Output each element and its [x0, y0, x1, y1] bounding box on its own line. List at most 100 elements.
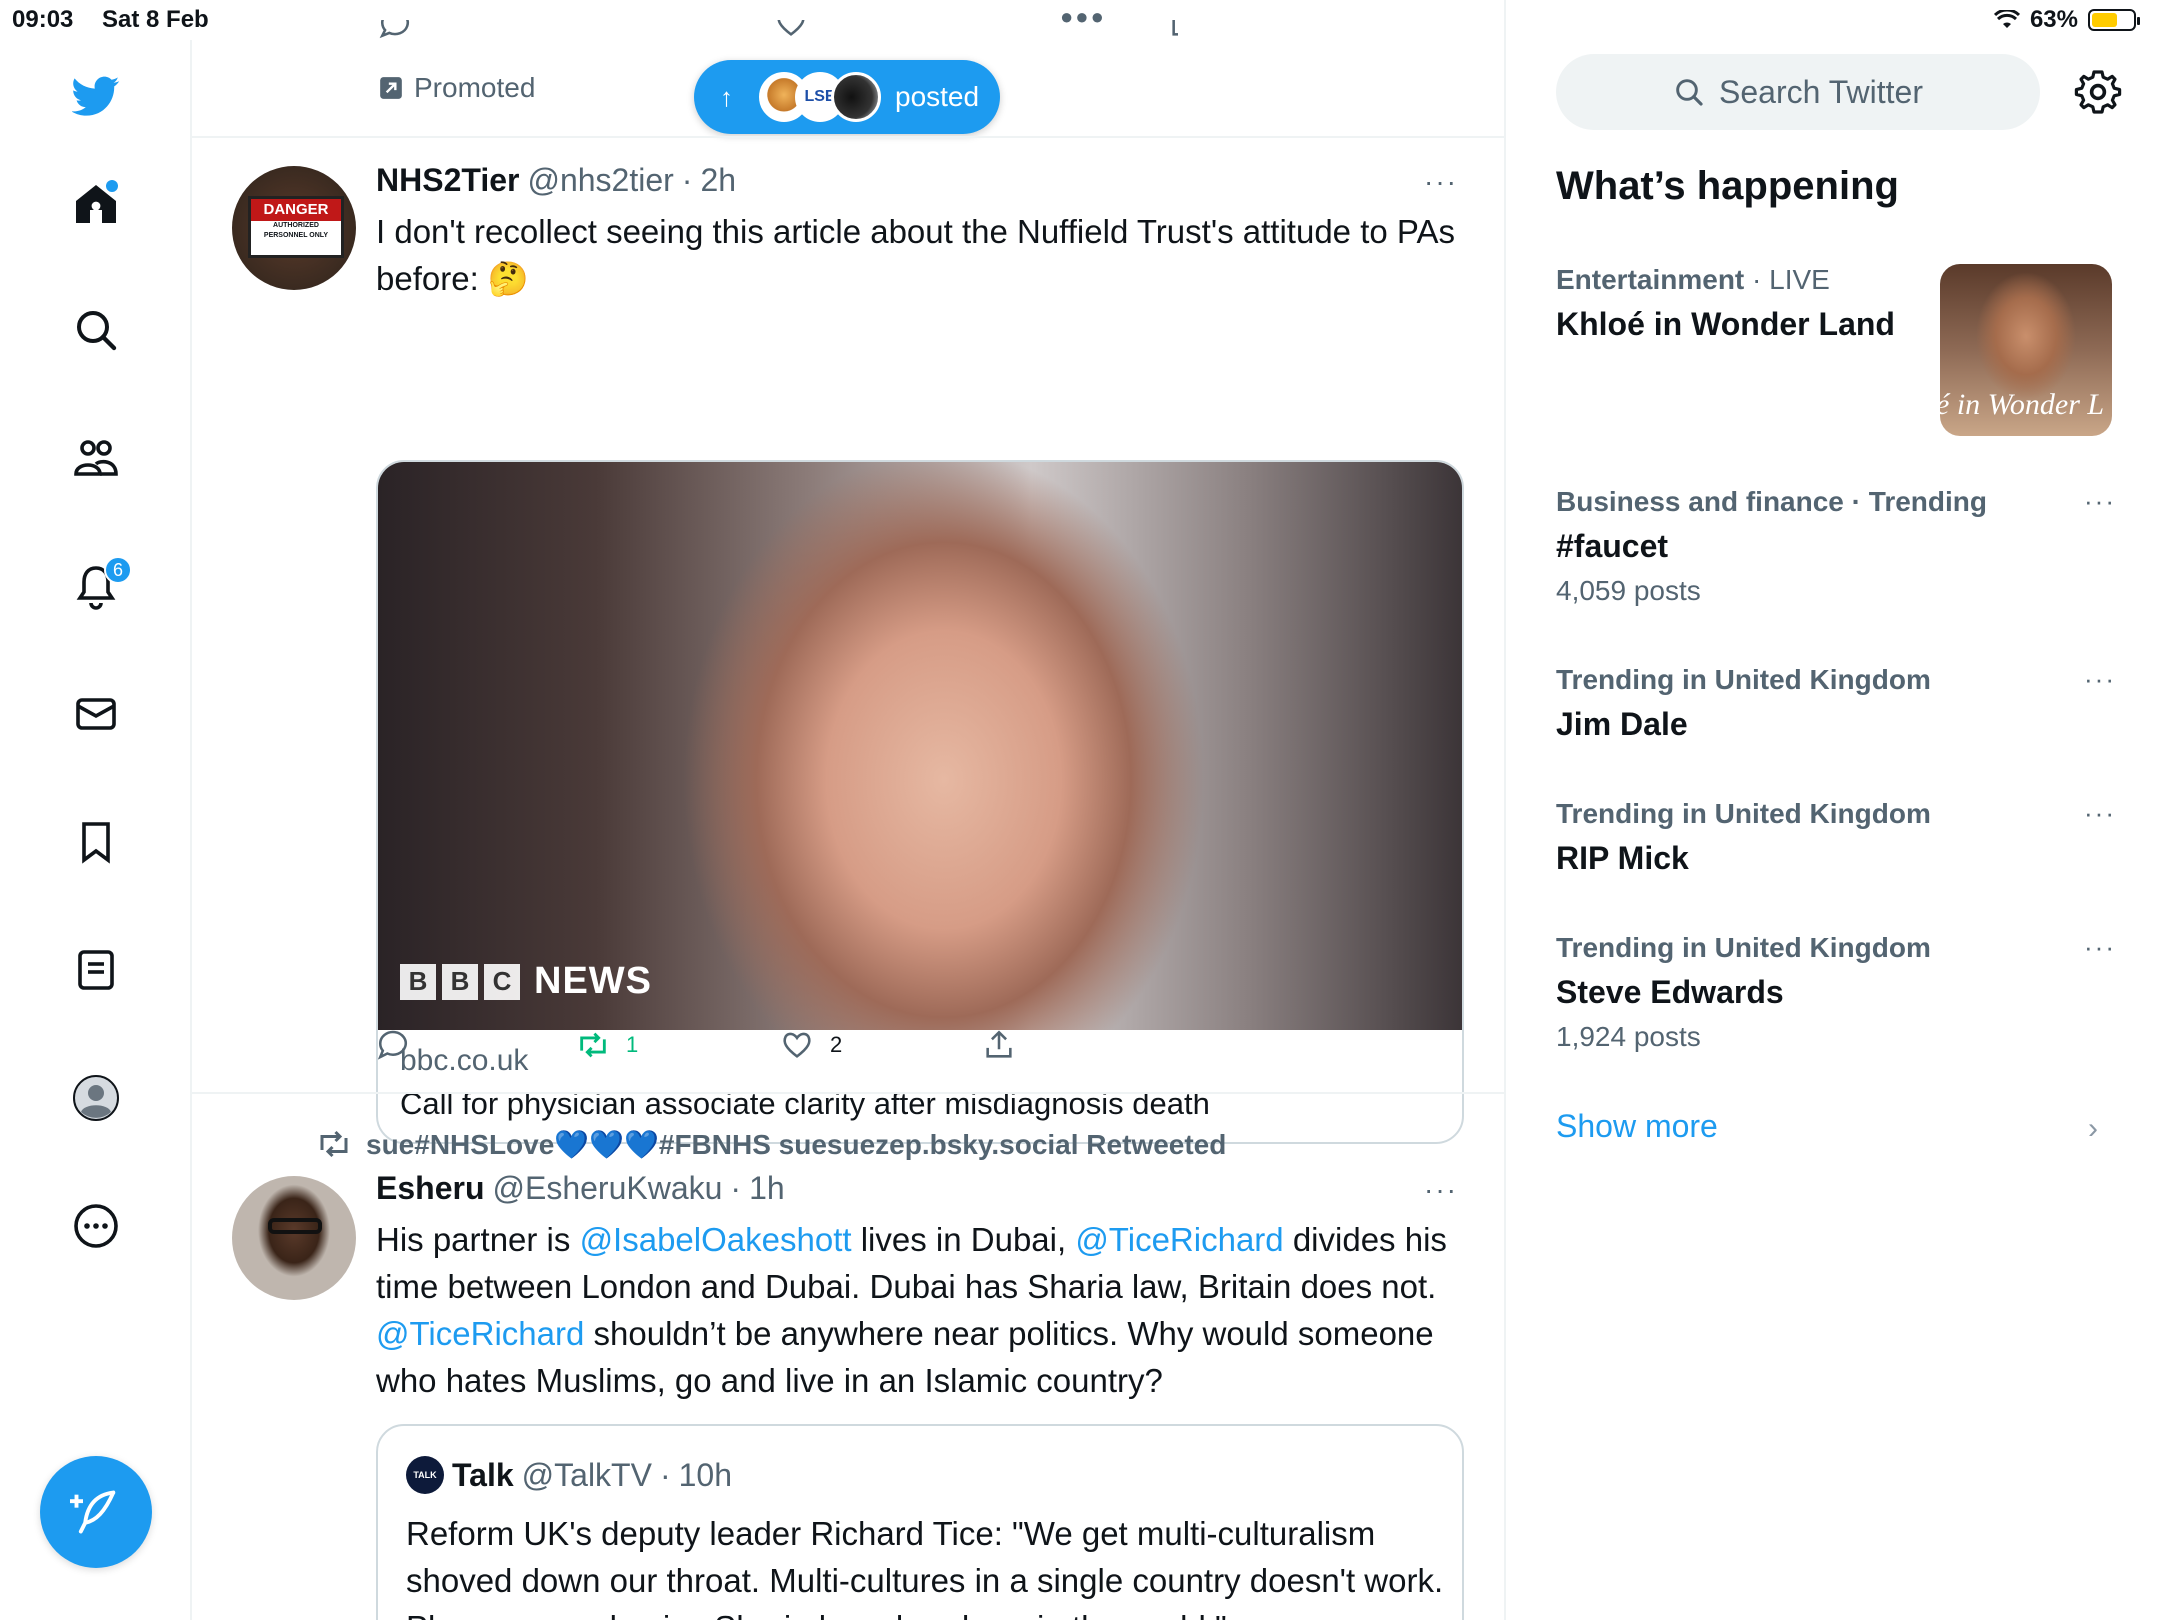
trend-name: #faucet — [1556, 528, 1669, 564]
retweeted-icon — [320, 1130, 348, 1158]
compose-feather-icon — [70, 1490, 116, 1534]
lists-icon[interactable] — [62, 936, 130, 1004]
explore-search-icon[interactable] — [62, 296, 130, 364]
promoted-arrow-icon — [380, 77, 402, 99]
trend-item[interactable]: Business and finance · Trending #faucet … — [1556, 486, 2116, 607]
separator-dot: · — [681, 162, 693, 198]
search-placeholder: Search Twitter — [1719, 73, 1923, 110]
quoted-tweet-header: TALK Talk @TalkTV · 10h — [406, 1456, 732, 1494]
pill-avatar-3 — [831, 72, 881, 122]
trend-item[interactable]: Trending in United Kingdom Jim Dale ··· — [1556, 664, 2116, 743]
promoted-text: Promoted — [414, 72, 536, 103]
trend-item[interactable]: Trending in United Kingdom Steve Edwards… — [1556, 932, 2116, 1053]
home-timeline: Promoted ↑ LSE posted DANGER AUTHORIZED P… — [192, 0, 1506, 1620]
quoted-tweet[interactable]: TALK Talk @TalkTV · 10h Reform UK's depu… — [376, 1424, 1464, 1620]
thumbnail-text: é in Wonder L — [1940, 388, 2105, 421]
mention-ticerichard[interactable]: @TiceRichard — [376, 1315, 584, 1352]
trend-post-count: 1,924 posts — [1556, 1021, 1701, 1052]
posted-label: posted — [895, 81, 980, 112]
quoted-tweet-text: Reform UK's deputy leader Richard Tice: … — [406, 1515, 1444, 1620]
separator-dot: · — [730, 1170, 742, 1206]
show-more-link[interactable]: Show more — [1556, 1108, 1718, 1145]
heart-icon — [783, 1032, 811, 1058]
tweet-header: NHS2Tier @nhs2tier · 2h — [376, 162, 736, 199]
trend-name: Khloé in Wonder Land — [1556, 306, 1895, 342]
author-handle[interactable]: @nhs2tier — [527, 162, 673, 199]
right-sidebar: Search Twitter What’s happening Entertai… — [1508, 0, 2160, 1620]
share-button[interactable] — [982, 1028, 1016, 1062]
search-input[interactable]: Search Twitter — [1556, 54, 2040, 130]
trend-more-icon[interactable]: ··· — [2084, 798, 2116, 829]
reply-icon — [377, 1030, 408, 1060]
tweet-more-icon[interactable]: ··· — [1424, 166, 1458, 198]
mention-isabeloakeshott[interactable]: @IsabelOakeshott — [580, 1221, 852, 1258]
trend-more-icon[interactable]: ··· — [2084, 932, 2116, 963]
link-card[interactable]: B B C NEWS bbc.co.uk Call for physician … — [376, 460, 1464, 1144]
trend-category: Entertainment · LIVE — [1556, 264, 1830, 295]
trend-item[interactable]: Trending in United Kingdom RIP Mick ··· — [1556, 798, 2116, 877]
trend-post-count: 4,059 posts — [1556, 575, 1701, 606]
danger-sign-avatar-image: DANGER AUTHORIZED PERSONNEL ONLY — [248, 196, 344, 258]
more-options-icon[interactable] — [62, 1192, 130, 1260]
twitter-logo-icon[interactable] — [62, 62, 130, 130]
new-posts-pill-button[interactable]: ↑ LSE posted — [694, 60, 1000, 134]
avatar-nhs2tier[interactable]: DANGER AUTHORIZED PERSONNEL ONLY — [232, 166, 356, 290]
bookmarks-icon[interactable] — [62, 808, 130, 876]
whats-happening-heading: What’s happening — [1556, 164, 1899, 208]
tweet-more-icon[interactable]: ··· — [1424, 1174, 1458, 1206]
retweet-icon — [580, 1032, 606, 1058]
share-icon — [986, 1030, 1012, 1058]
trend-more-icon[interactable]: ··· — [2084, 664, 2116, 695]
notifications-badge: 6 — [104, 556, 132, 584]
like-button[interactable]: 2 — [780, 1028, 842, 1062]
previous-tweet-actions-partial — [378, 20, 1178, 50]
search-icon — [1676, 79, 1703, 106]
trend-item[interactable]: Entertainment · LIVE Khloé in Wonder Lan… — [1556, 264, 1956, 343]
trend-thumbnail-image[interactable]: é in Wonder L — [1940, 264, 2112, 436]
settings-gear-icon[interactable] — [2074, 68, 2122, 116]
status-time: 09:03 — [12, 6, 74, 33]
messages-envelope-icon[interactable] — [62, 680, 130, 748]
trend-name: Steve Edwards — [1556, 974, 1784, 1010]
quoted-author-name: Talk — [452, 1456, 514, 1493]
author-handle[interactable]: @EsheruKwaku — [492, 1170, 722, 1207]
tweet-time[interactable]: 1h — [749, 1170, 785, 1207]
tweet-header: Esheru @EsheruKwaku · 1h — [376, 1170, 785, 1207]
glasses-avatar-detail — [268, 1218, 322, 1234]
trend-category: Trending in United Kingdom — [1556, 664, 1931, 695]
card-domain: bbc.co.uk — [400, 1044, 529, 1077]
communities-icon[interactable] — [62, 424, 130, 492]
trend-category: Business and finance · Trending — [1556, 486, 1987, 517]
author-name[interactable]: Esheru — [376, 1170, 484, 1207]
tweet-text: I don't recollect seeing this article ab… — [376, 213, 1455, 297]
home-new-dot — [106, 180, 118, 192]
retweet-count: 1 — [626, 1032, 639, 1057]
left-navigation: 6 — [0, 40, 192, 1620]
trend-more-icon[interactable]: ··· — [2084, 486, 2116, 517]
retweeted-by-line[interactable]: sue#NHSLove💙💙💙#FBNHS suesuezep.bsky.soci… — [316, 1126, 1226, 1162]
retweeted-by-text: sue#NHSLove💙💙💙#FBNHS suesuezep.bsky.soci… — [366, 1128, 1227, 1160]
notifications-bell-icon[interactable]: 6 — [62, 552, 132, 620]
retweet-button[interactable]: 1 — [576, 1028, 638, 1062]
tweet-divider — [192, 1092, 1504, 1094]
avatar-esheru[interactable] — [232, 1176, 356, 1300]
card-image: B B C NEWS — [378, 462, 1462, 1030]
chevron-right-icon: › — [2088, 1112, 2098, 1145]
tweet-text: His partner is @IsabelOakeshott lives in… — [376, 1221, 1447, 1399]
tweet-nhs2tier[interactable]: DANGER AUTHORIZED PERSONNEL ONLY NHS2Tier… — [192, 138, 1504, 1144]
compose-tweet-button[interactable] — [40, 1456, 152, 1568]
mention-ticerichard[interactable]: @TiceRichard — [1075, 1221, 1283, 1258]
trend-name: Jim Dale — [1556, 706, 1688, 742]
like-count: 2 — [830, 1032, 843, 1057]
trend-name: RIP Mick — [1556, 840, 1689, 876]
promoted-label: Promoted — [378, 72, 535, 104]
bbc-news-logo: B B C NEWS — [400, 960, 652, 1003]
reply-button[interactable] — [376, 1028, 410, 1062]
talktv-avatar: TALK — [406, 1456, 444, 1494]
author-name[interactable]: NHS2Tier — [376, 162, 519, 199]
arrow-up-icon: ↑ — [720, 81, 733, 112]
tweet-time[interactable]: 2h — [700, 162, 736, 199]
home-icon[interactable] — [62, 170, 130, 238]
quoted-author-handle: @TalkTV — [521, 1456, 652, 1493]
profile-avatar-icon[interactable] — [62, 1064, 130, 1132]
